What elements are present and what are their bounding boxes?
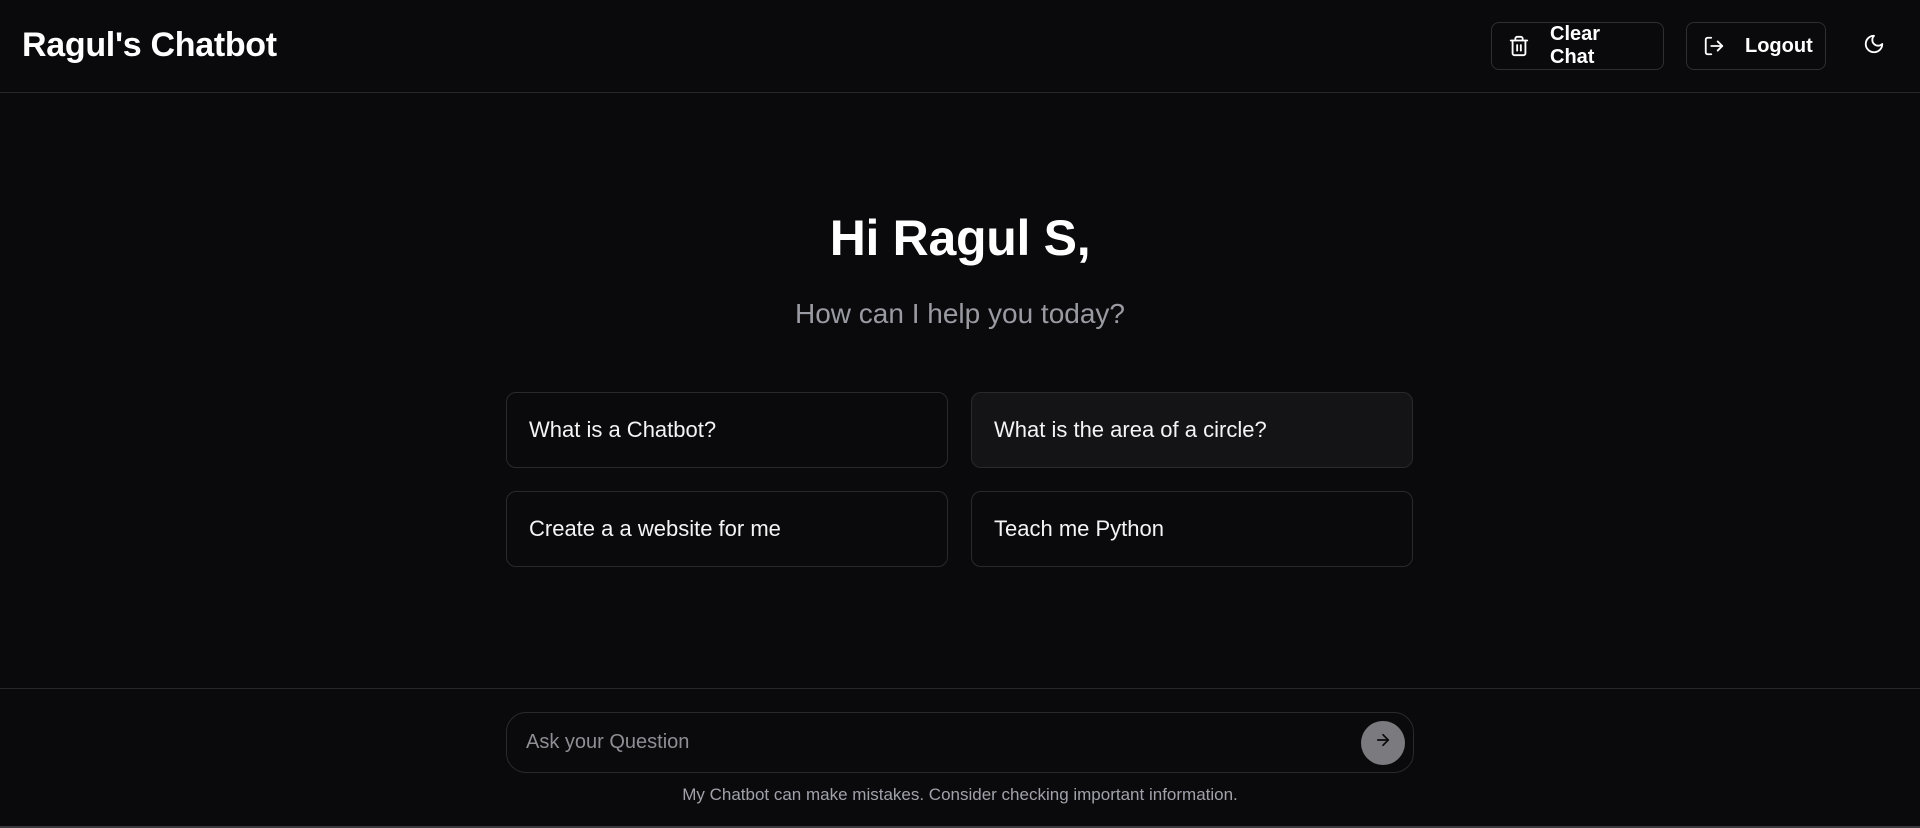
greeting-heading: Hi Ragul S, xyxy=(829,210,1091,266)
header-actions: Clear Chat Logout xyxy=(1491,22,1898,70)
suggestion-card[interactable]: What is a Chatbot? xyxy=(506,392,948,468)
composer-footer: My Chatbot can make mistakes. Consider c… xyxy=(0,688,1920,826)
moon-icon xyxy=(1863,33,1885,60)
theme-toggle-button[interactable] xyxy=(1850,22,1898,70)
arrow-right-icon xyxy=(1374,731,1392,754)
trash-icon xyxy=(1508,35,1530,57)
logout-icon xyxy=(1703,35,1725,57)
chat-app: Ragul's Chatbot Clear Chat Logout Hi Rag… xyxy=(0,0,1920,828)
suggestion-card[interactable]: Teach me Python xyxy=(971,491,1413,567)
question-input[interactable] xyxy=(524,730,1361,755)
logout-label: Logout xyxy=(1745,34,1813,57)
suggestion-card[interactable]: What is the area of a circle? xyxy=(971,392,1413,468)
suggestion-grid: What is a Chatbot? What is the area of a… xyxy=(506,392,1414,567)
disclaimer-text: My Chatbot can make mistakes. Consider c… xyxy=(682,785,1238,804)
header: Ragul's Chatbot Clear Chat Logout xyxy=(0,0,1920,93)
clear-chat-button[interactable]: Clear Chat xyxy=(1491,22,1664,70)
send-button[interactable] xyxy=(1361,720,1405,765)
question-input-container xyxy=(506,712,1414,773)
clear-chat-label: Clear Chat xyxy=(1550,23,1601,68)
logout-button[interactable]: Logout xyxy=(1686,22,1826,70)
app-title: Ragul's Chatbot xyxy=(22,25,277,64)
suggestion-card[interactable]: Create a a website for me xyxy=(506,491,948,567)
greeting-subtitle: How can I help you today? xyxy=(795,298,1125,329)
